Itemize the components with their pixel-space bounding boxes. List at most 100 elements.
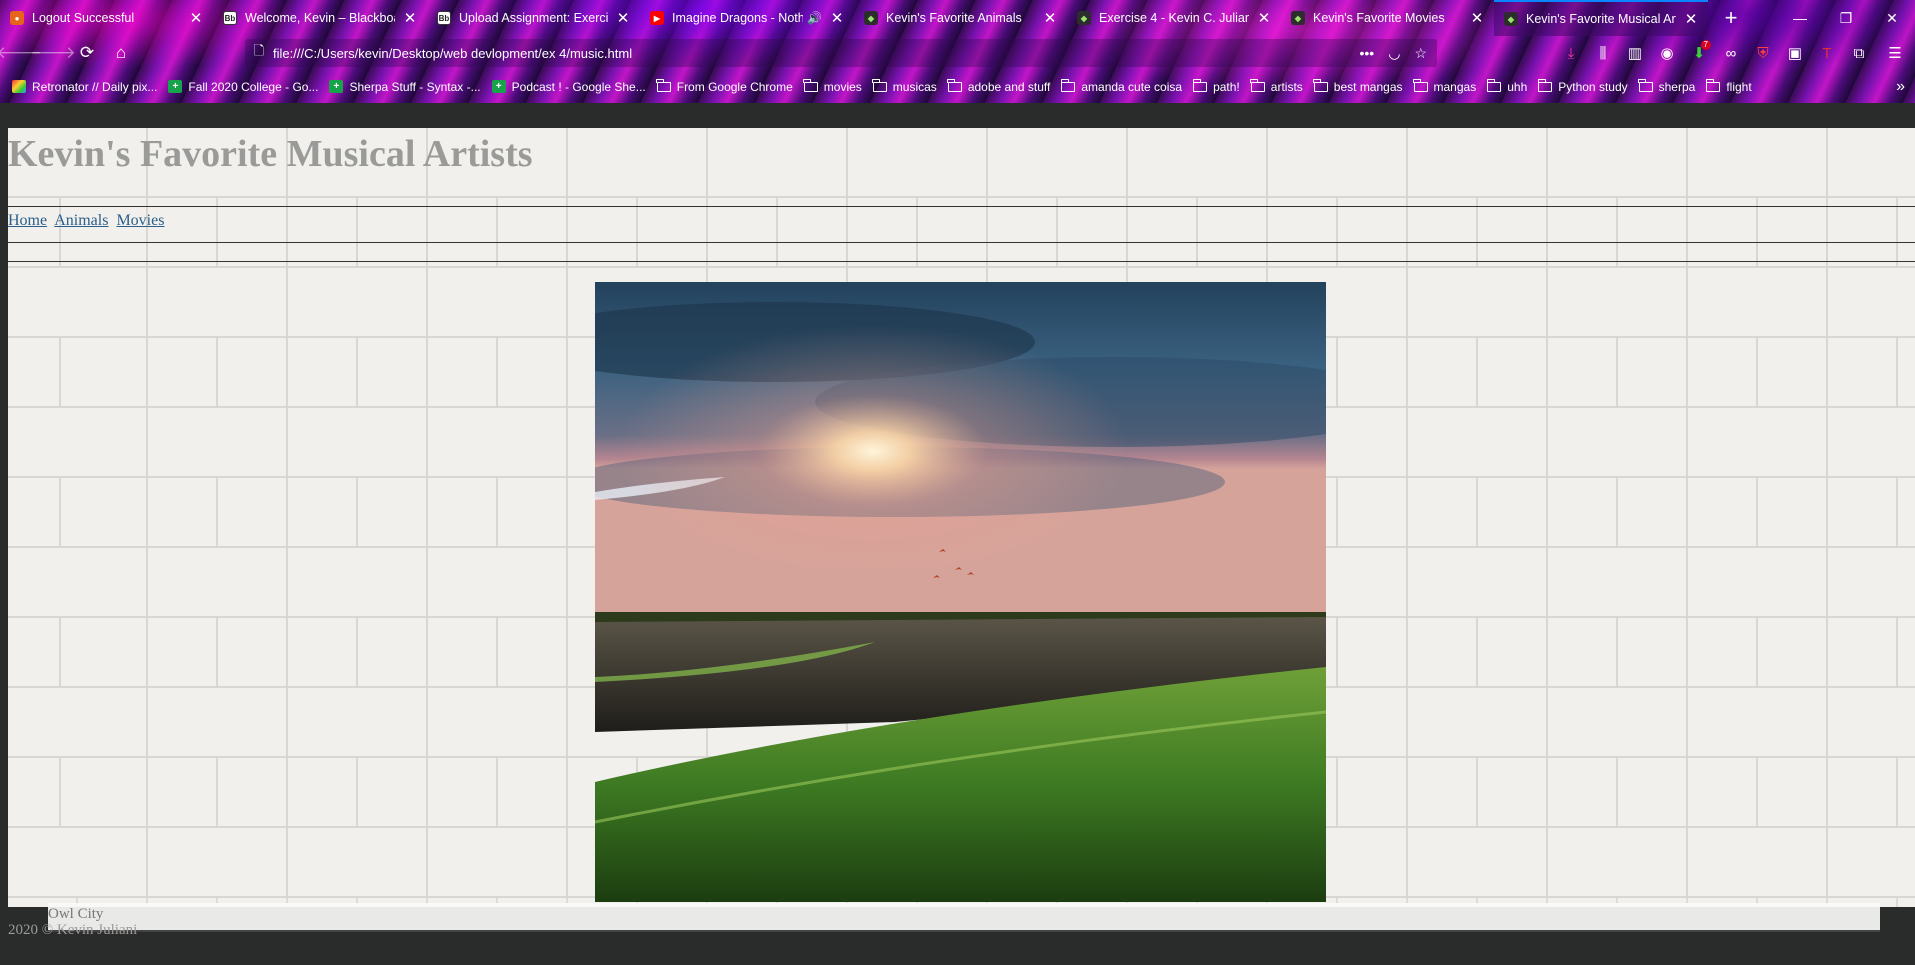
nav-link-animals[interactable]: Animals xyxy=(54,212,108,229)
bookmark-item[interactable]: + Podcast ! - Google She... xyxy=(491,80,646,94)
bookmark-folder[interactable]: Python study xyxy=(1537,78,1628,94)
bookmark-label: From Google Chrome xyxy=(676,79,793,94)
folder-icon xyxy=(1250,78,1265,93)
caption-bar: Owl City xyxy=(48,903,1880,932)
youtube-favicon-icon: ▶ xyxy=(650,11,664,25)
close-tab-icon[interactable]: ✕ xyxy=(1257,9,1271,27)
bookmark-folder[interactable]: best mangas xyxy=(1313,78,1403,94)
tab-logout-successful[interactable]: ● Logout Successful ✕ xyxy=(0,0,213,36)
bookmark-folder[interactable]: adobe and stuff xyxy=(947,78,1051,94)
bookmark-folder[interactable]: sherpa xyxy=(1638,78,1695,94)
reload-button[interactable]: ⟳ xyxy=(70,38,104,68)
bookmark-label: artists xyxy=(1270,79,1303,94)
menu-icon[interactable]: ☰ xyxy=(1875,38,1915,68)
window-controls: — ❐ ✕ xyxy=(1777,0,1915,36)
close-tab-icon[interactable]: ✕ xyxy=(189,9,203,27)
blackboard-favicon-icon: Bb xyxy=(223,11,237,25)
sidebar-icon[interactable]: ▥ xyxy=(1619,38,1651,68)
downloads-badge: 7 xyxy=(1700,40,1711,50)
page-footer: 2020 © Kevin Juliani xyxy=(8,922,138,938)
hero-image-sunset-field xyxy=(595,282,1326,902)
tab-title: Imagine Dragons - Nothi xyxy=(672,11,804,25)
close-tab-icon[interactable]: ✕ xyxy=(1470,9,1484,27)
bookmark-folder[interactable]: From Google Chrome xyxy=(656,78,793,94)
bookmark-label: Python study xyxy=(1558,79,1628,94)
browser-chrome: ● Logout Successful ✕ Bb Welcome, Kevin … xyxy=(0,0,1915,103)
nav-link-home[interactable]: Home xyxy=(8,212,47,229)
library-icon[interactable]: ⫼ xyxy=(1587,38,1619,68)
code-favicon-icon: ◆ xyxy=(1077,11,1091,25)
bookmark-folder[interactable]: mangas xyxy=(1413,78,1476,94)
bookmark-star-icon[interactable]: ☆ xyxy=(1414,45,1427,62)
folder-icon xyxy=(947,78,962,93)
address-bar[interactable]: 🗋 file:///C:/Users/kevin/Desktop/web dev… xyxy=(245,39,1437,67)
extension-t-icon[interactable]: T xyxy=(1811,38,1843,68)
folder-icon xyxy=(1313,78,1328,93)
bookmarks-toolbar: Retronator // Daily pix... + Fall 2020 Co… xyxy=(0,70,1915,103)
bookmark-label: Fall 2020 College - Go... xyxy=(188,79,319,94)
bookmark-item[interactable]: Retronator // Daily pix... xyxy=(12,80,157,94)
page-actions-icon[interactable]: ••• xyxy=(1360,45,1375,61)
tab-title: Kevin's Favorite Musical Artis xyxy=(1526,12,1676,26)
close-window-button[interactable]: ✕ xyxy=(1869,0,1915,36)
downloads-icon[interactable]: ⤓ xyxy=(1555,38,1587,68)
tab-blackboard-welcome[interactable]: Bb Welcome, Kevin – Blackboar ✕ xyxy=(213,0,427,36)
tab-favorite-movies[interactable]: ◆ Kevin's Favorite Movies ✕ xyxy=(1281,0,1494,36)
bookmark-folder[interactable]: artists xyxy=(1250,78,1303,94)
code-favicon-icon: ◆ xyxy=(1504,12,1518,26)
close-tab-icon[interactable]: ✕ xyxy=(830,9,844,27)
folder-icon xyxy=(1413,78,1428,93)
extension-glasses-icon[interactable]: ∞ xyxy=(1715,38,1747,68)
speaker-icon[interactable]: 🔊 xyxy=(807,11,822,25)
minimize-button[interactable]: — xyxy=(1777,0,1823,36)
bookmark-folder[interactable]: amanda cute coisa xyxy=(1060,78,1182,94)
account-icon[interactable]: ◉ xyxy=(1651,38,1683,68)
more-bookmarks-chevron-icon[interactable]: » xyxy=(1896,70,1905,103)
page-info-icon[interactable]: 🗋 xyxy=(245,42,273,64)
retronator-icon xyxy=(12,80,26,93)
toolbar-icons: ⤓ ⫼ ▥ ◉ ⬇ 7 ∞ ⛨ ▣ T ⧉ ☰ xyxy=(1555,36,1915,70)
url-actions: ••• ◡ ☆ xyxy=(1360,45,1438,62)
page-viewport: Kevin's Favorite Musical Artists Home An… xyxy=(0,103,1915,965)
tab-upload-assignment[interactable]: Bb Upload Assignment: Exercis ✕ xyxy=(427,0,640,36)
tab-favorite-animals[interactable]: ◆ Kevin's Favorite Animals ✕ xyxy=(854,0,1067,36)
bookmark-folder[interactable]: flight xyxy=(1705,78,1752,94)
close-tab-icon[interactable]: ✕ xyxy=(1043,9,1057,27)
tab-favorite-musical-artists[interactable]: ◆ Kevin's Favorite Musical Artis ✕ xyxy=(1494,0,1708,36)
bookmark-item[interactable]: + Fall 2020 College - Go... xyxy=(168,80,318,94)
restore-button[interactable]: ❐ xyxy=(1823,0,1869,36)
extension-grey-icon[interactable]: ▣ xyxy=(1779,38,1811,68)
home-button[interactable]: ⌂ xyxy=(104,38,138,68)
tab-title: Logout Successful xyxy=(32,11,135,25)
close-tab-icon[interactable]: ✕ xyxy=(616,9,630,27)
page-title: Kevin's Favorite Musical Artists xyxy=(8,133,533,175)
code-favicon-icon: ◆ xyxy=(864,11,878,25)
close-tab-icon[interactable]: ✕ xyxy=(403,9,417,27)
bookmark-item[interactable]: + Sherpa Stuff - Syntax -... xyxy=(329,79,481,94)
extension-goggles-icon[interactable]: ⧉ xyxy=(1843,38,1875,68)
bookmark-folder[interactable]: movies xyxy=(803,78,862,94)
tab-title: Kevin's Favorite Movies xyxy=(1313,11,1445,25)
tab-exercise-4[interactable]: ◆ Exercise 4 - Kevin C. Juliani ✕ xyxy=(1067,0,1281,36)
bookmark-label: Sherpa Stuff - Syntax -... xyxy=(349,79,481,94)
forward-button[interactable]: 🡒 xyxy=(30,38,76,68)
new-tab-button[interactable]: + xyxy=(1715,0,1747,36)
ublock-icon[interactable]: ⛨ xyxy=(1747,38,1779,68)
close-tab-icon[interactable]: ✕ xyxy=(1684,10,1698,28)
artist-caption: Owl City xyxy=(48,906,104,922)
url-text[interactable]: file:///C:/Users/kevin/Desktop/web devlo… xyxy=(273,46,1360,61)
sheets-icon: + xyxy=(168,80,183,93)
tab-imagine-dragons[interactable]: ▶ Imagine Dragons - Nothi 🔊 ✕ xyxy=(640,0,854,36)
bookmark-label: musicas xyxy=(892,79,937,94)
bookmark-folder[interactable]: path! xyxy=(1192,78,1240,94)
site-favicon-icon: ● xyxy=(10,11,24,25)
pocket-icon[interactable]: ◡ xyxy=(1388,45,1400,62)
bookmark-folder[interactable]: uhh xyxy=(1486,78,1527,94)
header-divider xyxy=(8,206,1915,207)
nav-link-movies[interactable]: Movies xyxy=(116,212,164,229)
extension-download-icon[interactable]: ⬇ 7 xyxy=(1683,38,1715,68)
tab-strip: ● Logout Successful ✕ Bb Welcome, Kevin … xyxy=(0,0,1915,36)
code-favicon-icon: ◆ xyxy=(1291,11,1305,25)
bookmark-label: adobe and stuff xyxy=(967,79,1051,94)
bookmark-folder[interactable]: musicas xyxy=(872,78,937,94)
